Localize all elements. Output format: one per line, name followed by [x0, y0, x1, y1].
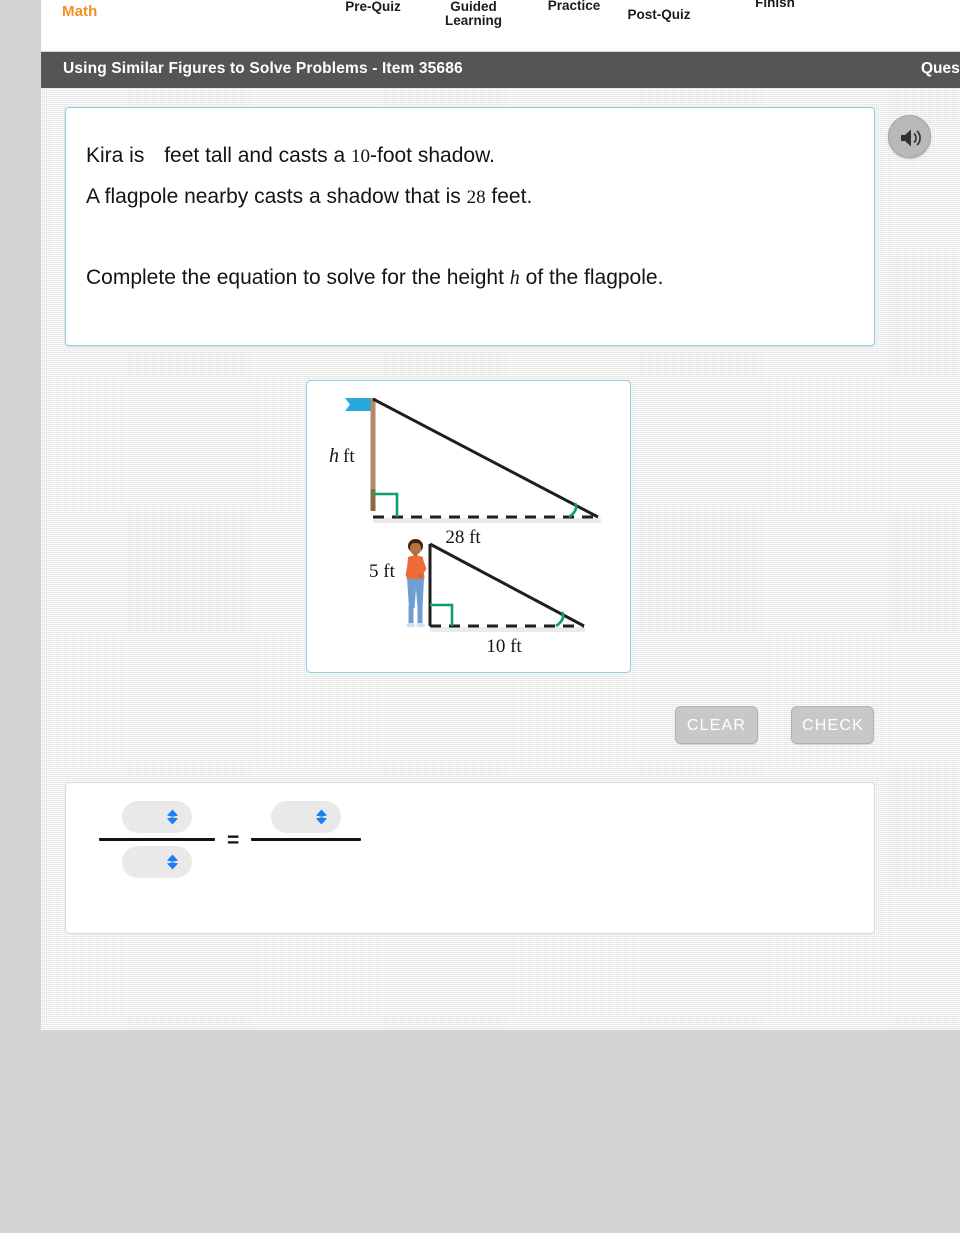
nav-step-guided-learning[interactable]: Guided Learning	[421, 0, 526, 28]
stem-l3-b: of the flagpole.	[525, 266, 664, 289]
flagpole-shadow-length-label: 28 ft	[445, 527, 481, 548]
read-aloud-button[interactable]	[888, 115, 931, 158]
nav-step-post-quiz[interactable]: Post-Quiz	[603, 8, 715, 22]
answer-equation-card: =	[65, 782, 875, 934]
clear-button[interactable]: CLEAR	[675, 706, 758, 744]
equals-sign: =	[227, 828, 240, 852]
person-figure-icon	[405, 539, 427, 627]
stem-l1-num: 10	[351, 146, 370, 167]
similar-triangles-diagram: h ft 28 ft 5 ft 10 ft	[329, 397, 601, 657]
stem-l3-a: Complete the equation to solve for the h…	[86, 266, 504, 289]
stem-l1-a: Kira is	[86, 144, 145, 167]
stem-l2-b: feet.	[491, 185, 533, 208]
person-shadow-length-label: 10 ft	[486, 636, 522, 657]
right-numerator-dropdown[interactable]	[271, 801, 342, 833]
action-button-row: CLEAR CHECK	[675, 706, 875, 744]
flagpole-height-unit: ft	[343, 446, 355, 467]
left-numerator-dropdown[interactable]	[122, 801, 192, 833]
right-denominator-slot[interactable]	[271, 846, 341, 878]
stem-line-3: Complete the equation to solve for the h…	[86, 258, 846, 298]
lesson-title-bar: Using Similar Figures to Solve Problems …	[41, 52, 960, 88]
stem-l1-c: -foot shadow.	[370, 144, 495, 167]
question-counter-label: Questio	[921, 60, 960, 77]
chevron-updown-icon	[166, 809, 179, 826]
question-stem-card: Kira is feet tall and casts a 10-foot sh…	[65, 107, 931, 346]
flagpole-ground-shade	[373, 518, 601, 523]
lesson-title: Using Similar Figures to Solve Problems …	[63, 60, 463, 77]
stem-l1-b: feet tall and casts a	[164, 144, 346, 167]
person-right-angle-mark	[430, 603, 454, 626]
proportion-equation: =	[99, 801, 362, 878]
chevron-updown-icon	[315, 809, 328, 826]
stem-line-1: Kira is feet tall and casts a 10-foot sh…	[86, 136, 846, 177]
question-stem-text: Kira is feet tall and casts a 10-foot sh…	[86, 136, 846, 298]
left-fraction	[99, 801, 215, 878]
content-panel: Kira is feet tall and casts a 10-foot sh…	[41, 88, 960, 1030]
stem-paragraph-spacer	[86, 218, 846, 258]
stem-line-2: A flagpole nearby casts a shadow that is…	[86, 177, 846, 218]
stem-l2-num: 28	[466, 187, 486, 208]
top-navigation-bar: Math Pre-Quiz Guided Learning Practice P…	[41, 0, 960, 51]
left-numerator-slot	[122, 801, 192, 833]
chevron-updown-icon	[166, 854, 179, 871]
nav-step-finish[interactable]: Finish	[725, 0, 825, 10]
flag-icon	[345, 398, 372, 411]
flagpole-right-angle-mark	[373, 492, 399, 517]
flagpole-height-variable: h	[329, 445, 339, 467]
left-denominator-slot	[122, 846, 192, 878]
subject-brand-label: Math	[62, 3, 98, 20]
right-fraction	[251, 801, 362, 878]
flagpole-hypotenuse	[372, 397, 599, 519]
stem-l3-var: h	[509, 267, 520, 289]
left-denominator-dropdown[interactable]	[122, 846, 192, 878]
person-height-label: 5 ft	[369, 561, 396, 582]
right-fraction-bar	[251, 838, 362, 841]
stem-l2-a: A flagpole nearby casts a shadow that is	[86, 185, 461, 208]
check-button[interactable]: CHECK	[791, 706, 875, 744]
left-fraction-bar	[99, 838, 215, 841]
person-ground-shade	[430, 627, 585, 632]
similar-triangles-figure-card: h ft 28 ft 5 ft 10 ft	[306, 380, 631, 673]
right-numerator-slot	[271, 801, 342, 833]
nav-step-pre-quiz[interactable]: Pre-Quiz	[323, 0, 423, 14]
